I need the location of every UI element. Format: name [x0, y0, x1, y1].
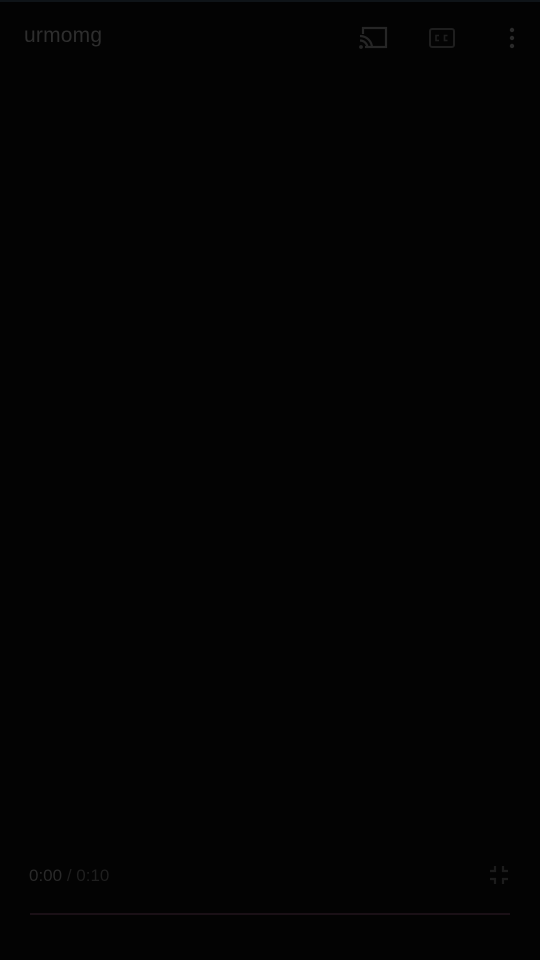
video-title: urmomg: [24, 24, 103, 47]
time-separator: /: [66, 866, 72, 885]
current-time: 0:00: [29, 866, 63, 885]
video-player[interactable]: urmomg 0:00 / 0:10: [0, 0, 540, 960]
exit-fullscreen-icon: [489, 865, 509, 890]
player-top-bar: urmomg: [0, 0, 540, 76]
cast-icon: [358, 26, 388, 50]
fullscreen-button[interactable]: [486, 864, 512, 890]
more-vert-icon: [508, 26, 516, 50]
video-surface[interactable]: [0, 76, 540, 856]
progress-bar[interactable]: [30, 913, 510, 915]
more-options-button[interactable]: [496, 22, 528, 54]
time-display: 0:00 / 0:10: [29, 866, 109, 886]
cast-button[interactable]: [357, 22, 389, 54]
captions-button[interactable]: [426, 22, 458, 54]
duration: 0:10: [76, 866, 110, 885]
closed-captions-icon: [428, 26, 456, 50]
